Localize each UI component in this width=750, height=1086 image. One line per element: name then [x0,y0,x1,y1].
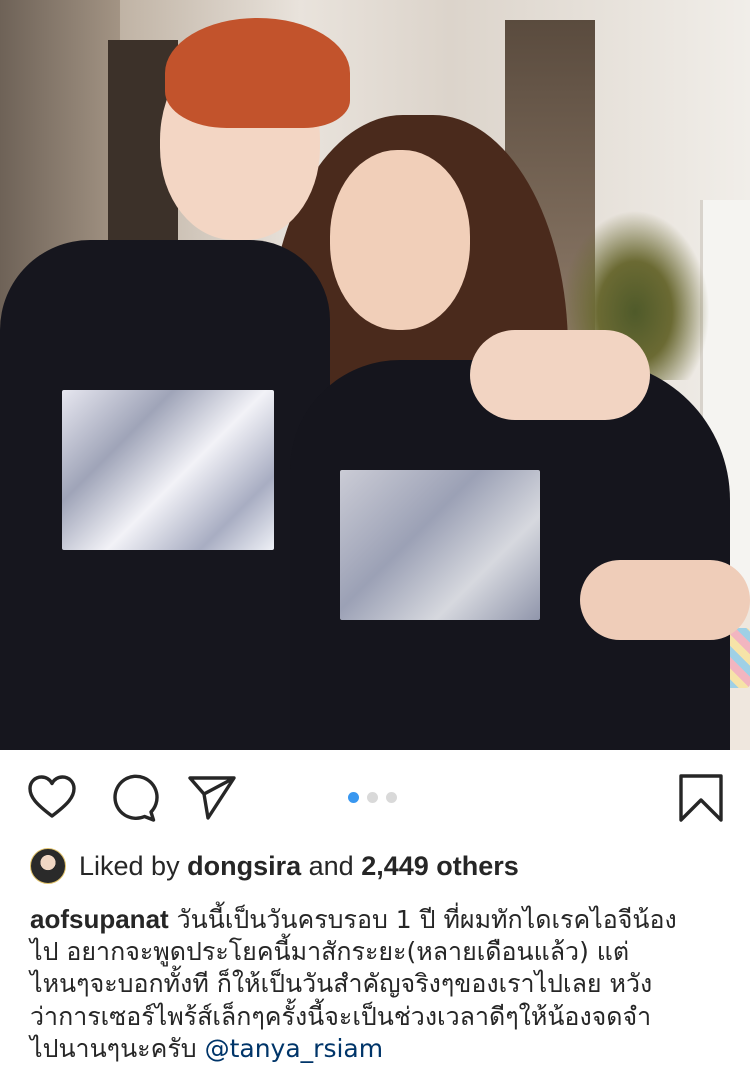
caption-username[interactable]: aofsupanat [30,904,169,934]
likes-row[interactable]: Liked by dongsira and 2,449 others [30,846,519,886]
likes-text: Liked by dongsira and 2,449 others [79,851,519,882]
shirt-print [340,470,540,620]
person-figure [165,18,350,128]
post-caption: aofsupanat วันนี้เป็นวันครบรอบ 1 ปี ที่ผ… [30,903,730,1066]
heart-icon[interactable] [26,772,78,824]
comment-icon[interactable] [107,772,159,824]
person-figure [470,330,650,420]
caption-text: ว่าการเซอร์ไพร้ส์เล็กๆครั้งนี้จะเป็นช่วง… [30,1001,652,1031]
carousel-dot [386,792,397,803]
carousel-indicator [348,792,397,804]
person-figure [330,150,470,330]
likes-count[interactable]: 2,449 others [361,851,519,881]
caption-text: ไปนานๆนะครับ [30,1034,197,1063]
carousel-dot-active [348,792,359,803]
likes-prefix: Liked by [79,850,180,881]
carousel-dot [367,792,378,803]
shirt-print [62,390,274,550]
send-icon[interactable] [186,772,238,824]
bookmark-icon[interactable] [675,772,727,824]
person-figure [580,560,750,640]
instagram-post: Liked by dongsira and 2,449 others aofsu… [0,0,750,1086]
likes-middle: and [308,850,354,881]
avatar[interactable] [30,848,66,884]
caption-text: ไป อยากจะพูดประโยคนี้มาสักระยะ(หลายเดือน… [30,936,630,966]
caption-text: ไหนๆจะบอกทั้งที ก็ให้เป็นวันสำคัญจริงๆขอ… [30,969,653,998]
post-photo[interactable] [0,0,750,750]
mention-link[interactable]: @tanya_rsiam [205,1034,384,1063]
liker-username[interactable]: dongsira [187,851,301,881]
caption-text: วันนี้เป็นวันครบรอบ 1 ปี ที่ผมทักไดเรคไอ… [176,905,677,934]
